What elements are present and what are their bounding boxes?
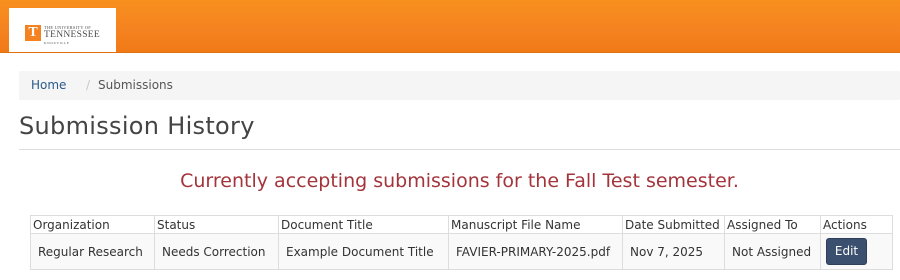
cell-document-title: Example Document Title xyxy=(278,233,449,270)
edit-button[interactable]: Edit xyxy=(826,238,867,265)
title-divider xyxy=(19,149,900,150)
table-row: Regular Research Needs Correction Exampl… xyxy=(30,233,893,270)
top-header-bar: T THE UNIVERSITY OF TENNESSEE KNOXVILLE xyxy=(0,0,900,53)
column-header-organization[interactable]: Organization xyxy=(30,215,155,234)
breadcrumb: Home / Submissions xyxy=(19,71,900,100)
column-header-file-name[interactable]: Manuscript File Name xyxy=(448,215,623,234)
column-header-document-title[interactable]: Document Title xyxy=(278,215,449,234)
logo-text-line3: KNOXVILLE xyxy=(44,41,70,45)
cell-organization: Regular Research xyxy=(30,233,155,270)
submission-notice: Currently accepting submissions for the … xyxy=(180,170,739,192)
cell-date-submitted: Nov 7, 2025 xyxy=(622,233,725,270)
university-logo[interactable]: T THE UNIVERSITY OF TENNESSEE KNOXVILLE xyxy=(9,8,116,52)
cell-file-name: FAVIER-PRIMARY-2025.pdf xyxy=(448,233,623,270)
power-t-logo-icon: T xyxy=(25,25,41,41)
breadcrumb-separator: / xyxy=(86,78,91,92)
column-header-date-submitted[interactable]: Date Submitted xyxy=(622,215,725,234)
column-header-assigned-to[interactable]: Assigned To xyxy=(724,215,821,234)
table-header-row: Organization Status Document Title Manus… xyxy=(30,215,893,234)
logo-text-line2: TENNESSEE xyxy=(44,30,101,40)
cell-actions: Edit xyxy=(820,233,893,270)
breadcrumb-current: Submissions xyxy=(98,78,173,92)
breadcrumb-home-link[interactable]: Home xyxy=(31,71,66,100)
submissions-table: Organization Status Document Title Manus… xyxy=(30,215,893,270)
column-header-actions: Actions xyxy=(820,215,893,234)
cell-status: Needs Correction xyxy=(154,233,279,270)
page-title: Submission History xyxy=(19,112,255,140)
column-header-status[interactable]: Status xyxy=(154,215,279,234)
cell-assigned-to: Not Assigned xyxy=(724,233,821,270)
